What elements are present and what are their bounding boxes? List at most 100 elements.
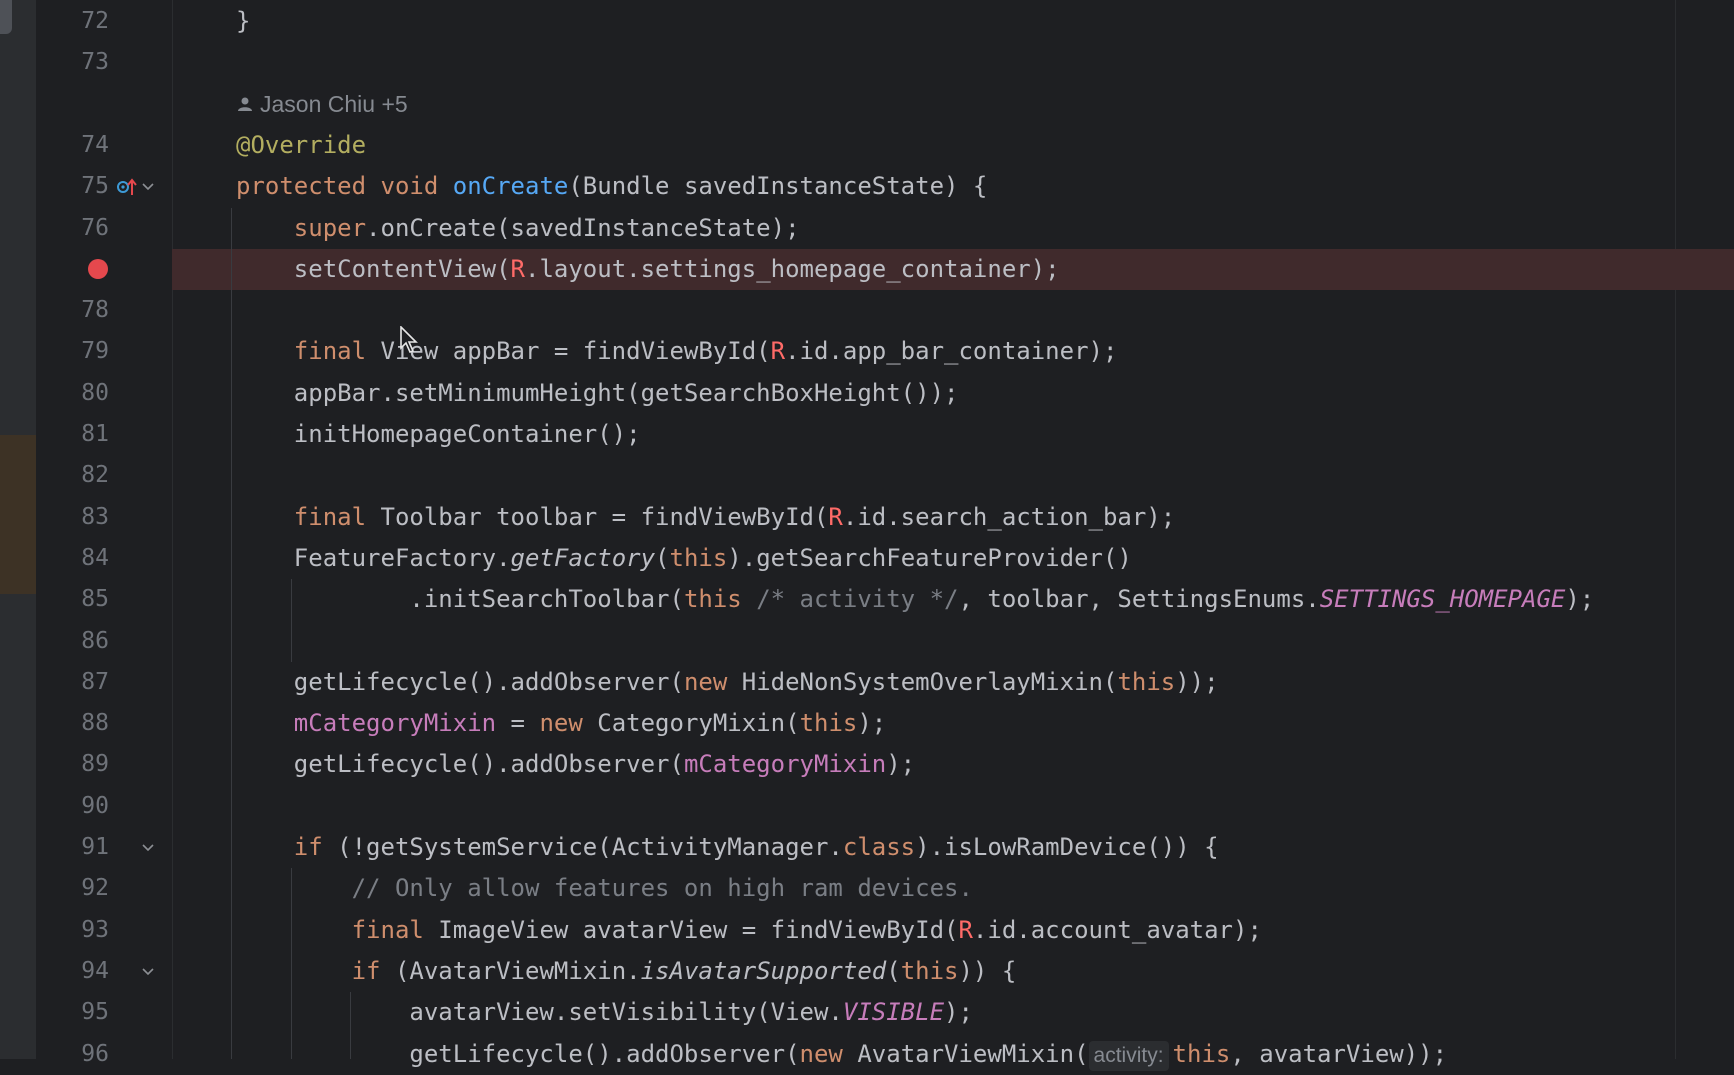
code-token: final — [293, 337, 367, 366]
fold-chevron-down-icon[interactable] — [139, 178, 157, 196]
breakpoint-icon[interactable] — [88, 258, 108, 279]
code-line[interactable]: 79 final View appBar = findViewById(R.id… — [0, 331, 1734, 372]
code-text[interactable]: protected void onCreate(Bundle savedInst… — [236, 166, 987, 207]
line-number[interactable]: 82 — [36, 455, 109, 496]
line-number[interactable]: 84 — [36, 538, 109, 579]
code-text[interactable]: if (AvatarViewMixin.isAvatarSupported(th… — [236, 951, 1017, 992]
code-text[interactable]: getLifecycle().addObserver(new AvatarVie… — [236, 1034, 1447, 1075]
code-token: this — [1117, 667, 1176, 696]
line-number[interactable]: 78 — [36, 290, 109, 331]
override-method-icon[interactable] — [116, 177, 138, 197]
code-text[interactable]: initHomepageContainer(); — [236, 414, 641, 455]
code-line[interactable]: 96 getLifecycle().addObserver(new Avatar… — [0, 1034, 1734, 1075]
code-line[interactable]: 91 if (!getSystemService(ActivityManager… — [0, 827, 1734, 868]
code-token: .onCreate(savedInstanceState); — [366, 213, 800, 242]
code-line[interactable]: 74 @Override — [0, 125, 1734, 166]
code-text[interactable]: avatarView.setVisibility(View.VISIBLE); — [236, 992, 973, 1033]
code-editor[interactable]: 72} 73 Jason Chiu +5 74 @Override 75 protected… — [0, 0, 1734, 1071]
code-line[interactable]: 75 protected void onCreate(Bundle savedIn… — [0, 166, 1734, 207]
code-line[interactable]: 89 getLifecycle().addObserver(mCategoryM… — [0, 744, 1734, 785]
code-token: R — [828, 502, 843, 531]
line-number[interactable]: 81 — [36, 414, 109, 455]
code-line[interactable]: 88 mCategoryMixin = new CategoryMixin(th… — [0, 703, 1734, 744]
code-token: initHomepageContainer(); — [236, 420, 641, 448]
code-text[interactable]: } — [236, 1, 250, 42]
code-line[interactable]: 83 final Toolbar toolbar = findViewById(… — [0, 497, 1734, 538]
code-line[interactable]: 87 getLifecycle().addObserver(new HideNo… — [0, 662, 1734, 703]
line-number[interactable]: 94 — [36, 951, 109, 992]
code-text[interactable]: // Only allow features on high ram devic… — [236, 868, 973, 909]
code-line[interactable]: 73 — [0, 42, 1734, 83]
code-line[interactable]: 82 — [0, 455, 1734, 496]
code-line[interactable]: 86 — [0, 621, 1734, 662]
line-number[interactable]: 80 — [36, 373, 109, 414]
line-number[interactable]: 91 — [36, 827, 109, 868]
code-line[interactable]: 90 — [0, 786, 1734, 827]
code-line[interactable]: 80 appBar.setMinimumHeight(getSearchBoxH… — [0, 373, 1734, 414]
code-token: avatarView.setVisibility(View. — [236, 998, 843, 1027]
code-line[interactable]: 84 FeatureFactory.getFactory(this).getSe… — [0, 538, 1734, 579]
line-number[interactable]: 74 — [36, 125, 109, 166]
code-token: class — [842, 833, 916, 861]
code-token: AvatarViewMixin( — [842, 1039, 1089, 1068]
code-line[interactable]: Jason Chiu +5 — [0, 84, 1734, 125]
code-token: new — [799, 1039, 843, 1068]
code-text[interactable]: getLifecycle().addObserver(mCategoryMixi… — [236, 744, 915, 785]
parameter-hint: activity: — [1088, 1040, 1169, 1071]
code-text[interactable]: FeatureFactory.getFactory(this).getSearc… — [236, 538, 1132, 579]
line-number[interactable]: 85 — [36, 579, 109, 620]
line-number[interactable]: 96 — [36, 1034, 109, 1075]
code-token: ( — [886, 956, 901, 985]
code-text[interactable]: @Override — [236, 125, 366, 166]
fold-chevron-down-icon[interactable] — [139, 839, 157, 857]
code-line[interactable]: 94 if (AvatarViewMixin.isAvatarSupported… — [0, 951, 1734, 992]
line-number[interactable]: 90 — [36, 786, 109, 827]
code-author-hint[interactable]: Jason Chiu +5 — [236, 84, 408, 126]
code-token: CategoryMixin( — [582, 709, 800, 738]
code-token: onCreate — [452, 172, 569, 201]
line-number[interactable]: 88 — [36, 703, 109, 744]
code-token: View appBar = findViewById( — [366, 337, 771, 366]
line-number[interactable]: 93 — [36, 910, 109, 951]
line-number[interactable]: 76 — [36, 208, 109, 249]
indent-guide — [350, 992, 352, 1059]
code-line[interactable]: 72} — [0, 1, 1734, 42]
code-line[interactable]: 76 super.onCreate(savedInstanceState); — [0, 208, 1734, 249]
code-text[interactable]: if (!getSystemService(ActivityManager.cl… — [236, 827, 1219, 868]
line-number[interactable]: 87 — [36, 662, 109, 703]
code-token: protected — [236, 172, 367, 201]
code-text[interactable]: mCategoryMixin = new CategoryMixin(this)… — [236, 703, 886, 744]
code-token: ); — [944, 998, 973, 1027]
code-line[interactable]: 85 .initSearchToolbar(this /* activity *… — [0, 579, 1734, 620]
line-number[interactable]: 89 — [36, 744, 109, 785]
code-line[interactable]: 92 // Only allow features on high ram de… — [0, 868, 1734, 909]
code-text[interactable]: final ImageView avatarView = findViewByI… — [236, 910, 1262, 951]
line-number[interactable]: 92 — [36, 868, 109, 909]
line-number[interactable]: 83 — [36, 497, 109, 538]
line-number[interactable]: 95 — [36, 992, 109, 1033]
code-text[interactable]: final Toolbar toolbar = findViewById(R.i… — [236, 497, 1175, 538]
code-text[interactable]: super.onCreate(savedInstanceState); — [236, 208, 800, 249]
line-number[interactable]: 86 — [36, 621, 109, 662]
code-line[interactable]: 78 — [0, 290, 1734, 331]
line-number[interactable]: 72 — [36, 1, 109, 42]
code-token: FeatureFactory. — [236, 543, 511, 572]
code-line-breakpoint[interactable]: setContentView(R.layout.settings_homepag… — [0, 248, 1734, 290]
indent-guide — [290, 868, 292, 1059]
code-text[interactable]: .initSearchToolbar(this /* activity */, … — [236, 579, 1594, 620]
code-line[interactable]: 95 avatarView.setVisibility(View.VISIBLE… — [0, 992, 1734, 1033]
code-text[interactable]: appBar.setMinimumHeight(getSearchBoxHeig… — [236, 373, 959, 414]
code-token: isAvatarSupported — [640, 956, 887, 985]
fold-chevron-down-icon[interactable] — [139, 963, 157, 981]
code-line[interactable]: 81 initHomepageContainer(); — [0, 414, 1734, 455]
code-text[interactable]: setContentView(R.layout.settings_homepag… — [236, 249, 1060, 290]
line-number[interactable]: 75 — [36, 166, 109, 207]
code-line[interactable]: 93 final ImageView avatarView = findView… — [0, 910, 1734, 951]
line-number[interactable]: 79 — [36, 331, 109, 372]
line-number[interactable]: 73 — [36, 42, 109, 83]
code-text[interactable]: getLifecycle().addObserver(new HideNonSy… — [236, 662, 1219, 703]
code-text[interactable]: final View appBar = findViewById(R.id.ap… — [236, 331, 1118, 372]
code-token: .initSearchToolbar( — [236, 585, 684, 614]
